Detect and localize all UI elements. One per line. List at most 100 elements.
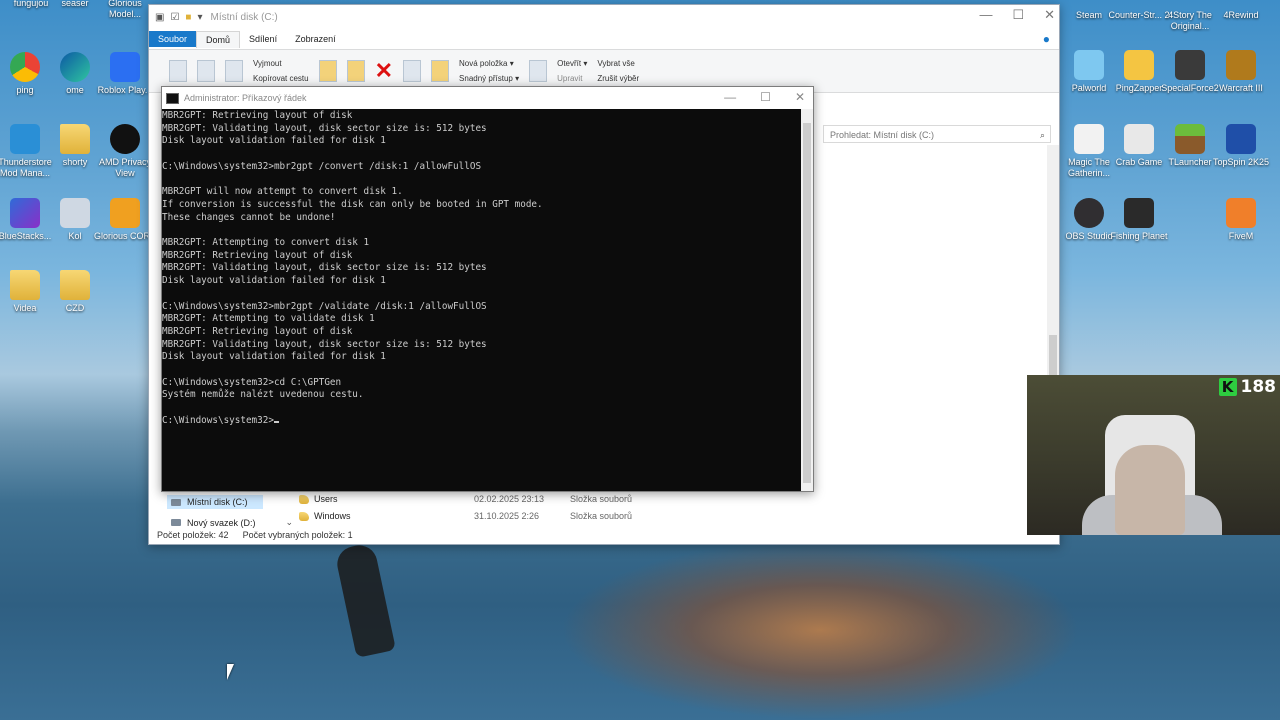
desktop-icon-label: PingZapper — [1115, 83, 1163, 93]
kick-logo-icon: K — [1218, 378, 1237, 396]
desktop-icon[interactable]: Roblox Play... — [94, 52, 156, 96]
chevron-down-icon[interactable]: ▾ — [197, 12, 202, 23]
desktop-icon-label: FiveM — [1228, 231, 1254, 241]
cmd-scrollbar[interactable] — [801, 109, 813, 491]
fishing-planet-icon — [1124, 198, 1154, 228]
desktop-icon-label: CZD — [65, 303, 85, 313]
desktop-icon-label: Palworld — [1071, 83, 1107, 93]
rename-button[interactable] — [403, 60, 422, 82]
desktop-icon[interactable]: TopSpin 2K25 — [1210, 124, 1272, 168]
copy-path-button[interactable]: Kopírovat cestu — [253, 74, 309, 83]
crab-game-icon — [1124, 124, 1154, 154]
maximize-icon[interactable]: ☐ — [760, 90, 771, 104]
nav-item-label: Místní disk (C:) — [187, 497, 248, 507]
window-controls: — ☐ ✕ — [724, 90, 805, 104]
search-input[interactable]: Prohledat: Místní disk (C:) ⌕ — [823, 125, 1051, 143]
pin-button[interactable] — [169, 60, 187, 82]
window-controls: — ☐ ✕ — [979, 7, 1055, 23]
properties-check-icon — [529, 60, 548, 82]
warcraft-icon — [1226, 50, 1256, 80]
cmd-icon — [166, 92, 179, 104]
search-placeholder: Prohledat: Místní disk (C:) — [830, 130, 935, 140]
chrome-icon — [10, 52, 40, 82]
desktop-icon[interactable]: Warcraft III — [1210, 50, 1272, 94]
amd-privacy-icon — [110, 124, 140, 154]
delete-icon[interactable]: ✕ — [375, 60, 393, 82]
cmd-output: MBR2GPT: Retrieving layout of disk MBR2G… — [162, 110, 543, 426]
paste-icon — [225, 60, 243, 82]
properties-button[interactable] — [529, 60, 548, 82]
explorer-titlebar[interactable]: ▣ ☑ ■ ▾ Místní disk (C:) — ☐ ✕ — [149, 5, 1059, 29]
maximize-icon[interactable]: ☐ — [1012, 7, 1024, 23]
tab-file[interactable]: Soubor — [149, 31, 197, 47]
file-type: Složka souborů — [570, 494, 633, 504]
desktop-icon[interactable]: AMD Privacy View — [94, 124, 156, 179]
desktop-icon[interactable]: Glorious CORE — [94, 198, 156, 242]
folder-icon — [299, 494, 309, 504]
file-row[interactable]: Windows 31.10.2025 2:26 Složka souborů — [299, 511, 632, 521]
copy-button[interactable] — [197, 60, 215, 82]
open-button[interactable]: Otevřít ▾ — [557, 59, 587, 68]
search-icon: ⌕ — [1039, 130, 1045, 140]
selected-count: Počet vybraných položek: 1 — [242, 530, 353, 540]
person-silhouette — [334, 542, 396, 658]
checkbox-icon[interactable]: ☑ — [170, 12, 179, 23]
desktop-icon-label: TopSpin 2K25 — [1212, 157, 1270, 167]
desktop-icon[interactable]: FiveM — [1210, 198, 1272, 242]
file-type: Složka souborů — [570, 511, 633, 521]
tlauncher-icon — [1175, 124, 1205, 154]
close-icon[interactable]: ✕ — [1044, 7, 1055, 23]
tab-share[interactable]: Sdílení — [240, 31, 286, 47]
scrollbar-thumb[interactable] — [1049, 335, 1057, 375]
desktop-icon-label: ping — [16, 85, 34, 95]
desktop-icon-label: Crab Game — [1115, 157, 1163, 167]
copy-to-icon — [346, 60, 365, 82]
folder-icon[interactable]: ■ — [185, 12, 191, 23]
desktop-icon-label: Videa — [13, 303, 37, 313]
desktop-icon-label: 4Rewind — [1223, 10, 1259, 20]
chevron-down-icon[interactable]: ⌄ — [286, 517, 294, 528]
desktop-icon[interactable]: Glorious Model... — [94, 0, 156, 20]
easy-access-button[interactable]: Snadný přístup ▾ — [459, 74, 519, 83]
paste-button[interactable] — [225, 60, 243, 82]
properties-icon[interactable]: ▣ — [155, 12, 164, 23]
ribbon-tabs: Soubor Domů Sdílení Zobrazení ● — [149, 29, 1059, 49]
tab-home[interactable]: Domů — [196, 30, 241, 48]
cmd-titlebar[interactable]: Administrator: Příkazový řádek — ☐ ✕ — [162, 87, 813, 109]
nav-item-label: Nový svazek (D:) — [187, 517, 256, 528]
select-all-button[interactable]: Vybrat vše — [597, 59, 639, 68]
file-row[interactable]: Users 02.02.2025 23:13 Složka souborů — [299, 494, 632, 504]
cmd-console[interactable]: MBR2GPT: Retrieving layout of disk MBR2G… — [162, 109, 801, 491]
command-prompt-window[interactable]: Administrator: Příkazový řádek — ☐ ✕ MBR… — [161, 86, 814, 492]
select-group: Vybrat vše Zrušit výběr — [597, 59, 639, 83]
close-icon[interactable]: ✕ — [795, 90, 805, 104]
rename-icon — [403, 60, 422, 82]
minimize-icon[interactable]: — — [724, 90, 736, 104]
scrollbar-thumb[interactable] — [803, 123, 811, 483]
copy-to-button[interactable] — [346, 60, 365, 82]
mtg-icon — [1074, 124, 1104, 154]
new-item-button[interactable]: Nová položka ▾ — [459, 59, 519, 68]
nav-item-d-drive[interactable]: Nový svazek (D:) ⌄ — [167, 515, 297, 530]
desktop-icon[interactable]: 4Rewind — [1210, 10, 1272, 21]
minimize-icon[interactable]: — — [979, 7, 992, 23]
select-none-button[interactable]: Zrušit výběr — [597, 74, 639, 83]
fivem-icon — [1226, 198, 1256, 228]
thunderstore-icon — [10, 124, 40, 154]
desktop-icon[interactable]: CZD — [44, 270, 106, 314]
file-icon — [60, 198, 90, 228]
desktop-icon[interactable]: Fishing Planet — [1108, 198, 1170, 242]
quick-access-toolbar[interactable]: ▣ ☑ ■ ▾ — [155, 12, 203, 23]
move-to-button[interactable] — [318, 60, 337, 82]
help-icon[interactable]: ● — [1034, 29, 1059, 49]
sunset-glow — [560, 540, 1080, 720]
cut-button[interactable]: Vyjmout — [253, 59, 309, 68]
tab-view[interactable]: Zobrazení — [286, 31, 345, 47]
new-folder-button[interactable] — [431, 60, 450, 82]
viewer-count: 188 — [1240, 377, 1277, 397]
status-bar: Počet položek: 42 Počet vybraných polože… — [157, 530, 353, 540]
nav-item-c-drive[interactable]: Místní disk (C:) — [167, 495, 263, 509]
edit-button[interactable]: Upravit — [557, 74, 587, 83]
desktop-icon-label: Glorious CORE — [94, 231, 157, 241]
desktop-icon-label: Magic The Gatherin... — [1067, 157, 1111, 178]
